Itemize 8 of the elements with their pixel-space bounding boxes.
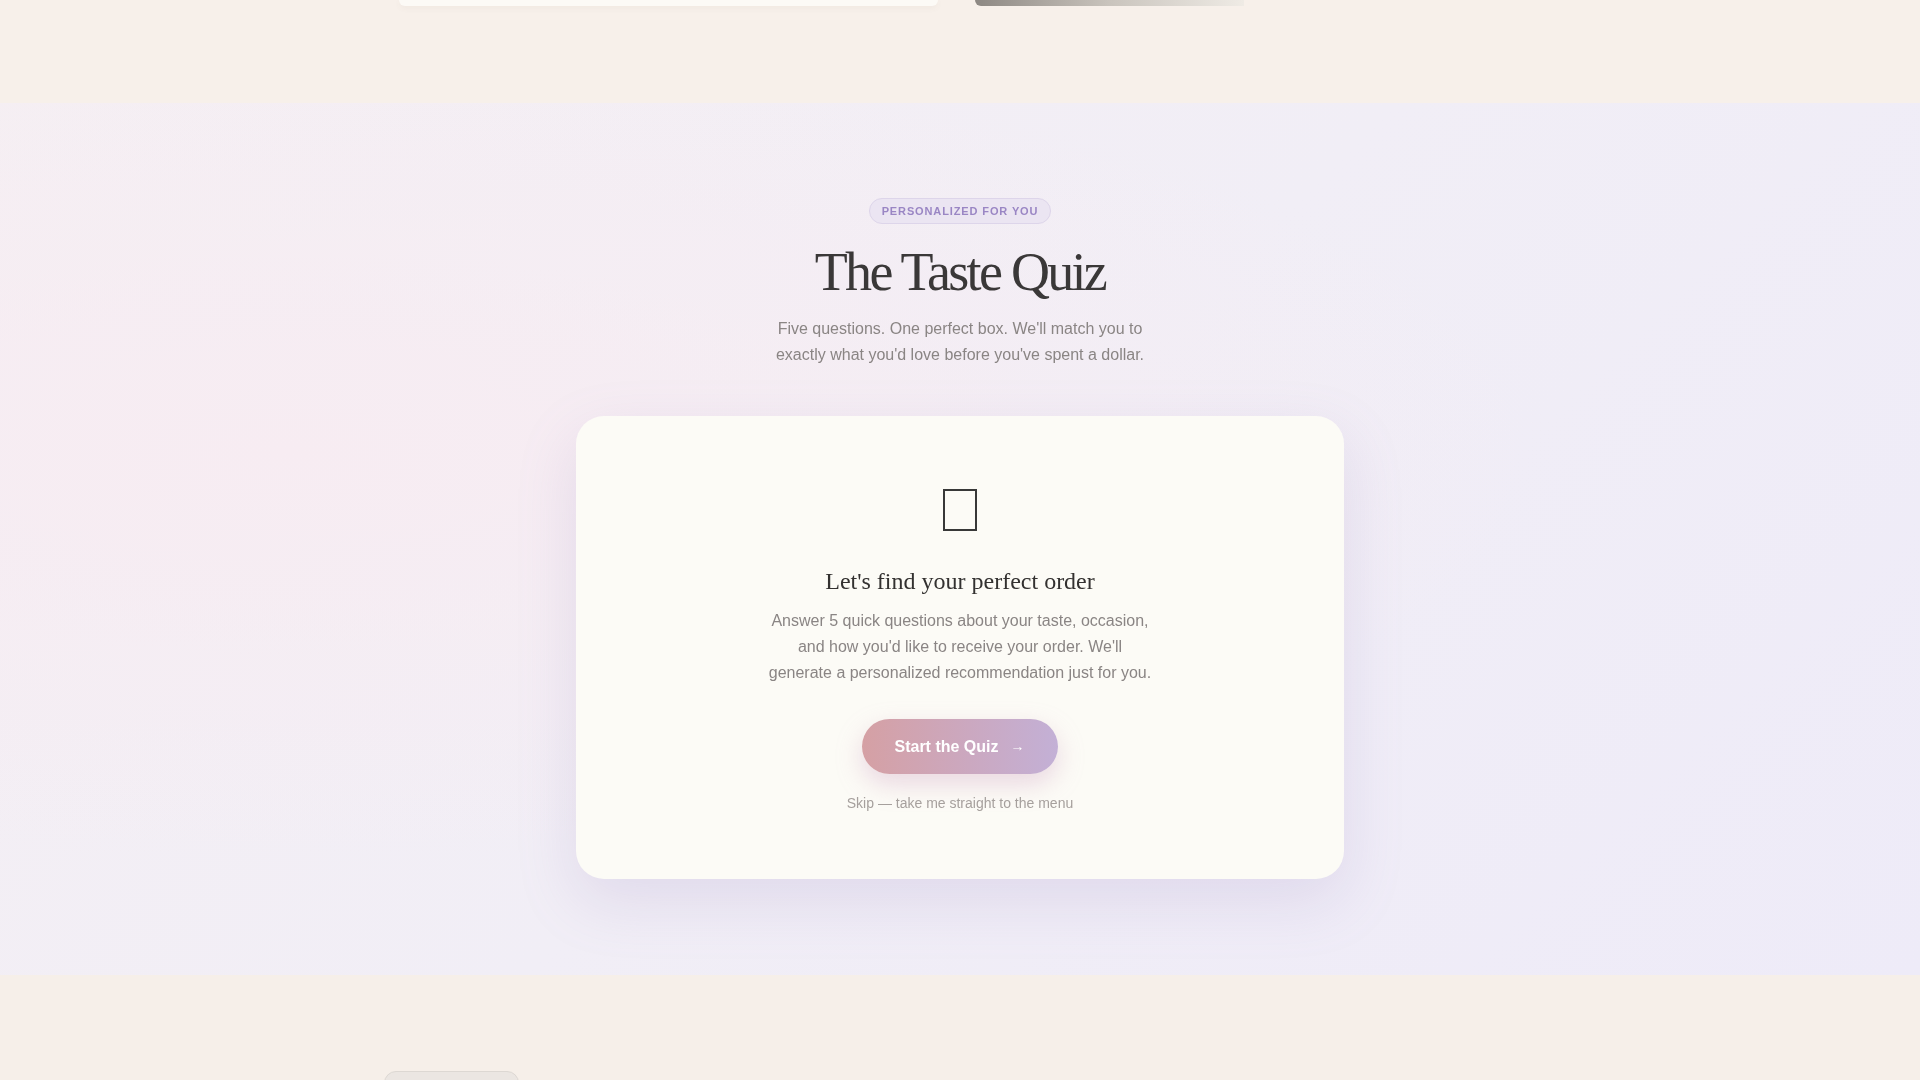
section-badge: PERSONALIZED FOR YOU bbox=[868, 198, 1052, 224]
skip-link[interactable]: Skip — take me straight to the menu bbox=[846, 793, 1074, 813]
rectangle-outline-icon bbox=[943, 489, 977, 531]
section-subtitle: Five questions. One perfect box. We'll match you to exactly what you'd love before you've spent a dollar. bbox=[774, 319, 1146, 365]
card-description: Answer 5 quick questions about your taste, occasion, and how you'd like to receive your order. We'll generate a personalized recommendation just for you. bbox=[767, 611, 1153, 683]
card-heading: Let's find your perfect order bbox=[825, 567, 1095, 596]
section-title: The Taste Quiz bbox=[814, 245, 1106, 299]
start-quiz-button[interactable]: Start the Quiz → bbox=[862, 719, 1058, 774]
